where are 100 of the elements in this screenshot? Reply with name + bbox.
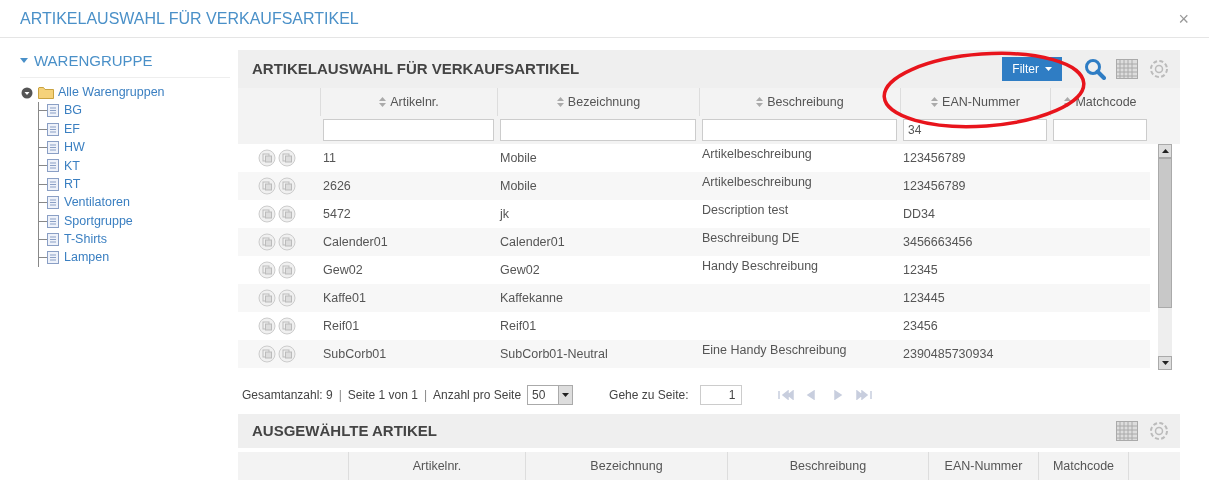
table-cell-text: DD34: [903, 205, 935, 223]
document-icon[interactable]: [278, 289, 296, 307]
tree-item[interactable]: Alle Warengruppen: [58, 83, 165, 102]
filter-field[interactable]: [702, 119, 897, 141]
first-page-icon[interactable]: [778, 390, 795, 400]
tree-item[interactable]: BG: [64, 101, 83, 121]
sort-icon: [379, 97, 387, 107]
table-cell-text: 11: [323, 149, 336, 167]
table-cell-text: 2390485730934: [903, 345, 994, 363]
tree-item[interactable]: Sportgruppe: [64, 211, 133, 231]
document-icon: [47, 214, 59, 228]
page-field[interactable]: 1: [700, 385, 743, 405]
document-icon[interactable]: [278, 345, 296, 363]
tree-item[interactable]: HW: [64, 138, 85, 157]
copy-icon[interactable]: [258, 345, 276, 363]
tree-item[interactable]: KT: [64, 156, 80, 176]
separator: |: [423, 387, 428, 404]
caret-icon[interactable]: [20, 58, 28, 65]
table-cell-text: 123456789: [903, 177, 966, 195]
panel-title: ARTIKELAUSWAHL FÜR VERKAUFSARTIKEL: [252, 58, 580, 79]
copy-icon[interactable]: [258, 261, 276, 279]
document-icon: [47, 251, 59, 265]
table-cell-text: 123456789: [903, 149, 966, 167]
filter-field[interactable]: [323, 119, 494, 141]
page-size-label: Anzahl pro Seite: [433, 387, 522, 404]
panel-title: AUSGEWÄHLTE ARTIKEL: [252, 420, 437, 441]
table-cell-text: 123445: [903, 289, 945, 307]
document-icon[interactable]: [278, 149, 296, 167]
document-icon[interactable]: [278, 317, 296, 335]
sort-icon: [556, 97, 564, 107]
grid-icon[interactable]: [1116, 421, 1138, 441]
copy-icon[interactable]: [258, 205, 276, 223]
settings-icon[interactable]: [1148, 58, 1170, 80]
document-icon: [47, 196, 59, 210]
separator: |: [338, 387, 342, 404]
copy-icon[interactable]: [258, 149, 276, 167]
filter-field[interactable]: [1053, 119, 1147, 141]
table-cell-text: Artikelbeschreibung: [702, 146, 812, 163]
last-page-icon[interactable]: [856, 390, 873, 400]
table-cell-text: SubCorb01: [323, 345, 387, 363]
document-icon: [47, 140, 59, 154]
document-icon: [47, 104, 59, 118]
copy-icon[interactable]: [258, 317, 276, 335]
copy-icon[interactable]: [258, 177, 276, 195]
table-cell-text: Mobile: [500, 149, 537, 167]
filter-button[interactable]: Filter: [1002, 57, 1062, 81]
column-header[interactable]: EAN-Nummer: [928, 452, 1038, 480]
table-cell-text: Beschreibung DE: [702, 230, 800, 247]
table-cell-text: Artikelbeschreibung: [702, 174, 812, 191]
document-icon: [47, 232, 59, 246]
scroll-down-icon[interactable]: [1161, 361, 1169, 365]
filter-field[interactable]: [500, 119, 696, 141]
table-cell-text: 2626: [323, 177, 351, 195]
settings-icon[interactable]: [1148, 420, 1170, 442]
goto-label: Gehe zu Seite:: [609, 387, 689, 404]
table-cell-text: Gew02: [500, 261, 540, 279]
collapse-node-icon[interactable]: [20, 85, 34, 100]
table-cell-text: Kaffekanne: [500, 289, 564, 307]
table-cell-text: Reif01: [323, 317, 360, 335]
table-cell-text: jk: [500, 205, 510, 223]
table-cell-text: Reif01: [500, 317, 537, 335]
document-icon: [47, 122, 59, 136]
record-count: Gesamtanzahl: 9: [242, 387, 333, 404]
table-cell-text: Calender01: [323, 233, 388, 251]
document-icon[interactable]: [278, 177, 296, 195]
scroll-up-icon[interactable]: [1161, 149, 1169, 153]
tree-item[interactable]: T-Shirts: [64, 230, 108, 249]
copy-icon[interactable]: [258, 289, 276, 307]
search-icon[interactable]: [1084, 58, 1106, 80]
window-title: ARTIKELAUSWAHL FÜR VERKAUFSARTIKEL: [20, 8, 359, 29]
column-header[interactable]: Beschreibung: [727, 452, 928, 480]
page-size-select[interactable]: 50: [527, 385, 574, 405]
table-cell-text: Mobile: [500, 177, 537, 195]
document-icon[interactable]: [278, 261, 296, 279]
caret-icon: [1045, 67, 1052, 71]
table-cell-text: Description test: [702, 202, 789, 219]
copy-icon[interactable]: [258, 233, 276, 251]
tree-item[interactable]: Lampen: [64, 248, 110, 268]
document-icon[interactable]: [278, 233, 296, 251]
document-icon: [47, 177, 59, 191]
tree-item[interactable]: Ventilatoren: [64, 193, 131, 213]
column-header[interactable]: Artikelnr.: [348, 452, 525, 480]
table-cell-text: 5472: [323, 205, 351, 223]
section-title: WARENGRUPPE: [34, 51, 153, 71]
column-header[interactable]: Matchcode: [1038, 452, 1128, 480]
table-cell-text: Handy Beschreibung: [702, 258, 819, 275]
scrollbar[interactable]: [1158, 144, 1172, 370]
tree-item[interactable]: RT: [64, 174, 81, 194]
grid-icon[interactable]: [1116, 59, 1138, 79]
table-cell-text: Calender01: [500, 233, 565, 251]
table-cell-text: Eine Handy Beschreibung: [702, 342, 847, 359]
tree-item[interactable]: EF: [64, 119, 80, 139]
table-cell-text: 12345: [903, 261, 938, 279]
table-cell-text: Gew02: [323, 261, 363, 279]
table-cell-text: 3456663456: [903, 233, 973, 251]
document-icon[interactable]: [278, 205, 296, 223]
column-header[interactable]: Bezeichnung: [525, 452, 727, 480]
table-cell-text: 23456: [903, 317, 938, 335]
folder-icon: [38, 86, 54, 99]
sort-icon: [931, 97, 939, 107]
